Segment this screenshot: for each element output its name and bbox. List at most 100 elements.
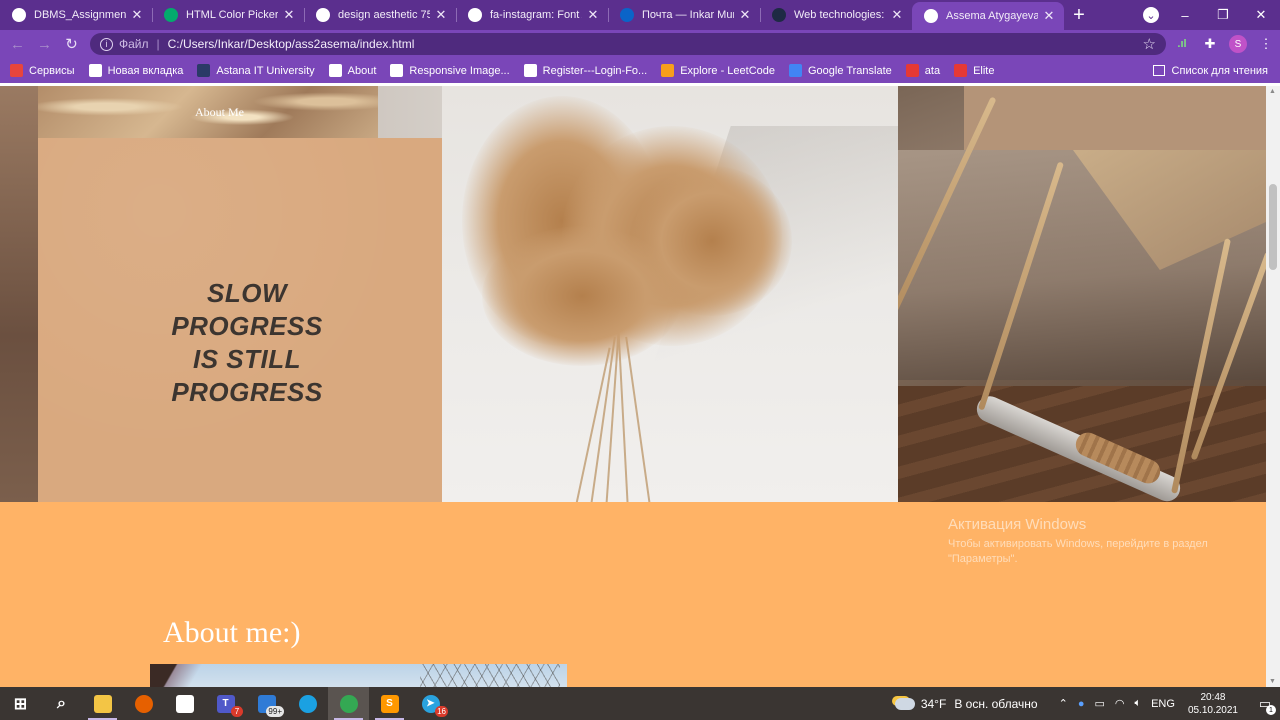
firefox-icon [134, 694, 153, 713]
bookmark-item[interactable]: Google Translate [789, 64, 892, 77]
arrow-right-icon: → [37, 35, 52, 53]
nav-link-about-me[interactable]: About Me [195, 105, 244, 120]
taskbar-apps: ⊞ ⌕ T 7 99+ S ➤ 16 [0, 687, 451, 720]
bookmark-item[interactable]: ata [905, 64, 940, 77]
weather-widget[interactable]: 34°F В осн. облачно [894, 696, 1038, 711]
tab-title: Web technologies: As [794, 9, 886, 21]
bookmark-star-icon[interactable]: ☆ [1143, 35, 1156, 53]
scroll-up-arrow-icon[interactable]: ▲ [1269, 88, 1276, 95]
tarp-photo [898, 86, 1266, 502]
extensions-puzzle-icon[interactable]: ✚ [1196, 36, 1224, 52]
tab-title: Почта — Inkar Munb [642, 9, 734, 21]
bookmarks-bar: Сервисы Новая вкладка Astana IT University… [0, 58, 1280, 83]
bookmark-item[interactable]: Responsive Image... [390, 64, 510, 77]
close-tab-icon[interactable]: ✕ [282, 7, 296, 23]
bookmark-item[interactable]: Новая вкладка [88, 64, 184, 77]
chrome-taskbar-button[interactable] [328, 687, 369, 720]
firefox-taskbar-button[interactable] [123, 687, 164, 720]
close-tab-icon[interactable]: ✕ [434, 7, 448, 23]
language-indicator[interactable]: ENG [1151, 698, 1175, 710]
badge-count: 7 [231, 706, 243, 717]
info-icon[interactable]: i [100, 37, 113, 51]
cloud-sun-icon [894, 697, 915, 710]
close-tab-icon[interactable]: ✕ [890, 7, 904, 23]
tab-3[interactable]: fa-instagram: Font Aw ✕ [456, 0, 608, 30]
tab-title: fa-instagram: Font Aw [490, 9, 582, 21]
scrollbar-thumb[interactable] [1269, 184, 1277, 270]
tab-1[interactable]: HTML Color Picker ✕ [152, 0, 304, 30]
tab-search-icon[interactable]: ⌄ [1136, 7, 1166, 24]
minimize-button[interactable]: – [1166, 8, 1204, 23]
watermark-subtitle: Чтобы активировать Windows, перейдите в … [948, 538, 1208, 565]
reload-button[interactable]: ↻ [58, 30, 85, 58]
menu-kebab-icon[interactable]: ⋮ [1252, 36, 1280, 52]
page-viewport: About Me SLOW PROGRESS IS STILL PROGRESS [0, 86, 1266, 687]
edge-taskbar-button[interactable] [287, 687, 328, 720]
address-bar[interactable]: i Файл | C:/Users/Inkar/Desktop/ass2asem… [90, 33, 1166, 55]
new-tab-button[interactable]: + [1064, 0, 1094, 30]
forward-button[interactable]: → [31, 30, 58, 58]
chevron-up-icon[interactable]: ⌃ [1059, 697, 1068, 710]
page-scrollbar[interactable]: ▲ ▼ [1266, 86, 1280, 687]
volume-icon[interactable]: 🔈︎ [1134, 697, 1141, 710]
r-icon [905, 64, 919, 77]
security-icon[interactable]: ● [1078, 698, 1085, 710]
close-tab-icon[interactable]: ✕ [738, 7, 752, 23]
bookmark-label: Новая вкладка [107, 64, 184, 77]
moodle-icon [772, 8, 786, 22]
store-taskbar-button[interactable] [164, 687, 205, 720]
teams-taskbar-button[interactable]: T7 [205, 687, 246, 720]
weather-desc: В осн. облачно [954, 696, 1038, 711]
back-button[interactable]: ← [4, 30, 31, 58]
aitu-icon [197, 64, 211, 77]
bookmark-label: Astana IT University [216, 64, 315, 77]
extension-icon[interactable]: .ıl [1168, 38, 1196, 50]
badge-count: 16 [435, 706, 448, 717]
clock-date: 05.10.2021 [1187, 704, 1238, 716]
battery-icon[interactable]: ▭ [1094, 697, 1104, 710]
wifi-icon[interactable]: ◠ [1115, 697, 1125, 710]
address-scheme: Файл [119, 37, 149, 51]
close-tab-icon[interactable]: ✕ [130, 7, 144, 23]
bookmark-item[interactable]: Explore - LeetCode [661, 64, 775, 77]
tab-6[interactable]: Assema Atygayeva ✕ [912, 2, 1064, 30]
bookmark-item[interactable]: About [328, 64, 376, 77]
maximize-button[interactable]: ❐ [1204, 7, 1242, 23]
bookmark-label: Сервисы [29, 64, 75, 77]
bookmark-item[interactable]: Elite [954, 64, 994, 77]
close-tab-icon[interactable]: ✕ [586, 7, 600, 23]
bookmark-item[interactable]: Register---Login-Fo... [523, 64, 647, 77]
start-button-taskbar-button[interactable]: ⊞ [0, 687, 41, 720]
reading-list-button[interactable]: Список для чтения [1152, 58, 1268, 83]
sand-texture [964, 86, 1266, 150]
mail-taskbar-button[interactable]: 99+ [246, 687, 287, 720]
quote-line: SLOW [207, 278, 287, 308]
file-explorer-taskbar-button[interactable] [82, 687, 123, 720]
tab-4[interactable]: Почта — Inkar Munb ✕ [608, 0, 760, 30]
tab-0[interactable]: DBMS_Assignment_4_ ✕ [0, 0, 152, 30]
windows-activation-watermark: Активация Windows Чтобы активировать Win… [948, 516, 1238, 567]
file-explorer-icon [93, 694, 112, 713]
search-taskbar-button[interactable]: ⌕ [41, 687, 82, 720]
chevron-down-icon: ⌄ [1143, 7, 1159, 24]
telegram-taskbar-button[interactable]: ➤ 16 [410, 687, 451, 720]
bookmark-item[interactable]: Astana IT University [197, 64, 315, 77]
browser-toolbar: ← → ↻ i Файл | C:/Users/Inkar/Desktop/as… [0, 30, 1280, 58]
profile-avatar[interactable]: S [1229, 35, 1247, 53]
bookmark-label: Responsive Image... [409, 64, 510, 77]
badge-count: 99+ [266, 706, 284, 717]
close-tab-icon[interactable]: ✕ [1042, 8, 1056, 24]
scroll-down-arrow-icon[interactable]: ▼ [1269, 678, 1276, 685]
sublime-text-taskbar-button[interactable]: S [369, 687, 410, 720]
windows-taskbar: ⊞ ⌕ T 7 99+ S ➤ 16 34°F В осн. облачно ⌃ ● ▭ ◠ … [0, 687, 1280, 720]
notifications-button[interactable]: ▭ 1 [1250, 687, 1280, 720]
tab-title: HTML Color Picker [186, 9, 278, 21]
tab-2[interactable]: design aesthetic 750x ✕ [304, 0, 456, 30]
bookmark-item[interactable]: Сервисы [10, 64, 75, 77]
address-url[interactable]: C:/Users/Inkar/Desktop/ass2asema/index.h… [168, 37, 415, 51]
clock[interactable]: 20:48 05.10.2021 [1188, 691, 1238, 717]
photo-corner [150, 664, 220, 687]
tab-5[interactable]: Web technologies: As ✕ [760, 0, 912, 30]
apps-grid-icon [10, 64, 23, 77]
close-window-button[interactable]: ✕ [1242, 7, 1280, 23]
